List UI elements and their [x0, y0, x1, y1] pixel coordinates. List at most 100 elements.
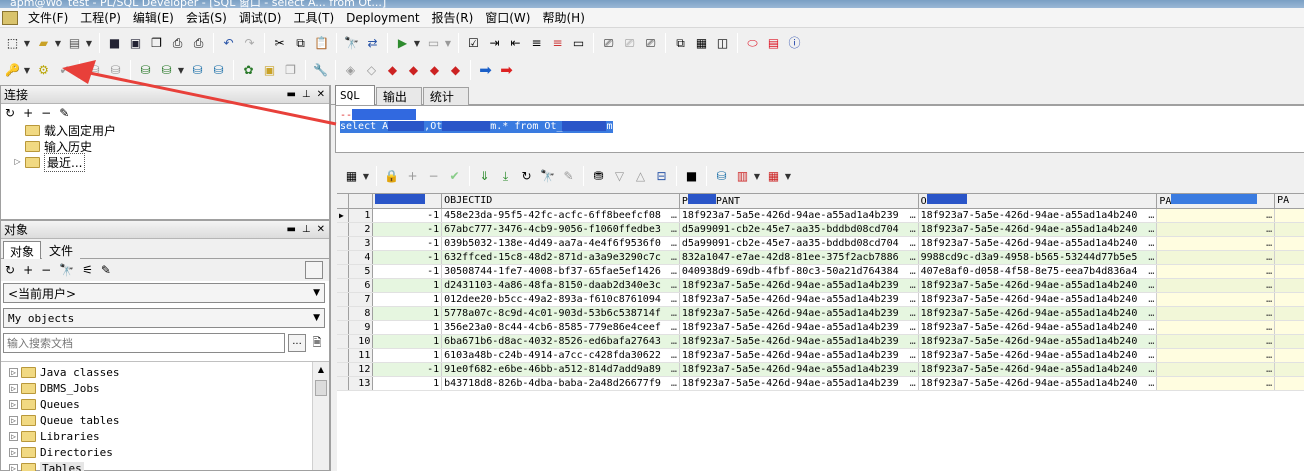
undo-icon[interactable]: ↶	[219, 34, 238, 53]
row-number[interactable]: 13	[348, 376, 374, 391]
cell-pant[interactable]: 18f923a7-5a5e-426d-94ae-a55ad1a4b239…	[679, 292, 919, 307]
cell-pant[interactable]: d5a99091-cb2e-45e7-aa35-bddbd08cd704…	[679, 222, 919, 237]
ellipsis-button[interactable]: …	[910, 294, 916, 305]
minimize-icon[interactable]: ▬	[286, 224, 295, 235]
cell-pa-2[interactable]	[1274, 292, 1304, 307]
row-number[interactable]: 11	[348, 348, 374, 363]
arrow-right-blue-icon[interactable]: ➡	[476, 61, 495, 80]
cell-pa[interactable]: …	[1156, 222, 1276, 237]
table-row[interactable]: 6 1 d2431103-4a86-48fa-8150-daab2d340e3c… 1…	[337, 278, 1304, 293]
cut-icon[interactable]: ✂	[270, 34, 289, 53]
cell-pa[interactable]: …	[1156, 362, 1276, 377]
chevron-down-icon[interactable]: ▼	[444, 39, 452, 48]
comment-icon[interactable]: ▭	[569, 34, 588, 53]
tab-sql[interactable]: SQL	[335, 85, 375, 105]
cell-value[interactable]: 1	[372, 334, 443, 349]
column-header-pa[interactable]: PA	[1156, 194, 1276, 209]
lock-icon[interactable]: 🔒	[382, 167, 401, 186]
cell-objectid[interactable]: 6ba671b6-d8ac-4032-8526-ed6bafa27643…	[441, 334, 680, 349]
ellipsis-button[interactable]: …	[671, 210, 677, 221]
cell-pant[interactable]: 040938d9-69db-4fbf-80c3-50a21d764384…	[679, 264, 919, 279]
pdf-icon[interactable]: ▤	[764, 34, 783, 53]
cell-pant[interactable]: 18f923a7-5a5e-426d-94ae-a55ad1a4b239…	[679, 362, 919, 377]
cell-pa-2[interactable]	[1274, 264, 1304, 279]
table-icon[interactable]: ▦	[764, 167, 783, 186]
cell-pant[interactable]: 18f923a7-5a5e-426d-94ae-a55ad1a4b239…	[679, 278, 919, 293]
explain-icon[interactable]: ▭	[424, 34, 443, 53]
filter-icon[interactable]: ⚟	[82, 263, 93, 277]
scroll-thumb[interactable]	[315, 380, 327, 396]
chevron-down-icon[interactable]: ▼	[753, 172, 761, 181]
table-row[interactable]: 9 1 356e23a0-8c44-4cb6-8585-779e86e4ceef… 1…	[337, 320, 1304, 335]
ellipsis-button[interactable]: …	[1266, 378, 1272, 389]
column-header[interactable]	[372, 194, 443, 209]
redo-icon[interactable]: ↷	[240, 34, 259, 53]
ellipsis-button[interactable]: …	[910, 308, 916, 319]
insert-record-icon[interactable]: +	[403, 167, 422, 186]
cell-objectid[interactable]: b43718d8-826b-4dba-baba-2a48d26677f9…	[441, 376, 680, 391]
print-icon[interactable]: ▤	[65, 34, 84, 53]
cell-pant[interactable]: 18f923a7-5a5e-426d-94ae-a55ad1a4b239…	[679, 334, 919, 349]
red-bomb-2-icon[interactable]: ◆	[404, 61, 423, 80]
cell-o[interactable]: 18f923a7-5a5e-426d-94ae-a55ad1a4b240…	[918, 362, 1158, 377]
sort-asc-icon[interactable]: △	[631, 167, 650, 186]
cell-value[interactable]: -1	[372, 264, 443, 279]
cell-pa-2[interactable]	[1274, 208, 1304, 223]
arrow-right-red-icon[interactable]: ➡	[497, 61, 516, 80]
cell-pa-2[interactable]	[1274, 334, 1304, 349]
search-doc-icon[interactable]: 🗎	[309, 334, 325, 352]
tree-item-queues[interactable]: ▷ Queues	[9, 396, 329, 412]
chevron-down-icon[interactable]: ▼	[362, 172, 370, 181]
row-number[interactable]: 6	[348, 278, 374, 293]
chevron-down-icon[interactable]: ▼	[177, 66, 185, 75]
cell-pa-2[interactable]	[1274, 306, 1304, 321]
table-row[interactable]: 5 -1 30508744-1fe7-4008-bf37-65fae5ef1426……	[337, 264, 1304, 279]
cell-o[interactable]: 18f923a7-5a5e-426d-94ae-a55ad1a4b240…	[918, 278, 1158, 293]
chevron-down-icon[interactable]: ▼	[23, 66, 31, 75]
cell-value[interactable]: 1	[372, 306, 443, 321]
ellipsis-button[interactable]: …	[671, 224, 677, 235]
tree-scrollbar[interactable]: ▲	[312, 362, 329, 470]
table-row[interactable]: 8 1 5778a07c-8c9d-4c01-903d-53b6c538714f… 1…	[337, 306, 1304, 321]
ellipsis-button[interactable]: …	[1266, 266, 1272, 277]
cell-pa-2[interactable]	[1274, 278, 1304, 293]
cell-pa-2[interactable]	[1274, 348, 1304, 363]
ellipsis-button[interactable]: …	[1266, 210, 1272, 221]
cell-value[interactable]: -1	[372, 236, 443, 251]
ellipsis-button[interactable]: …	[910, 280, 916, 291]
tree-item-recent[interactable]: ▷ 最近...	[13, 152, 329, 172]
save-icon[interactable]: ■	[682, 167, 701, 186]
cell-pa[interactable]: …	[1156, 306, 1276, 321]
row-number[interactable]: 2	[348, 222, 374, 237]
window-list-icon[interactable]: ⧉	[671, 34, 690, 53]
export-icon[interactable]: ⛁	[712, 167, 731, 186]
cell-value[interactable]: -1	[372, 362, 443, 377]
row-number[interactable]: 1	[348, 208, 374, 223]
copy-icon[interactable]: ⧉	[291, 34, 310, 53]
tree-item-tables[interactable]: ▷ Tables	[9, 460, 329, 471]
ellipsis-button[interactable]: …	[1148, 224, 1154, 235]
ellipsis-button[interactable]: …	[910, 210, 916, 221]
open-icon[interactable]: ▰	[34, 34, 53, 53]
ellipsis-button[interactable]: …	[1266, 364, 1272, 375]
row-indicator[interactable]	[337, 236, 350, 251]
grid-select-icon[interactable]: ▦	[342, 167, 361, 186]
indent-icon[interactable]: ⇥	[485, 34, 504, 53]
expand-icon[interactable]: ▷	[9, 431, 18, 441]
expand-icon[interactable]: ▷	[9, 399, 18, 409]
expand-icon[interactable]: ▷	[9, 447, 18, 457]
ellipsis-button[interactable]: …	[1266, 238, 1272, 249]
remove-icon[interactable]: −	[41, 106, 51, 120]
tree-item-libraries[interactable]: ▷ Libraries	[9, 428, 329, 444]
table-row[interactable]: 11 1 6103a48b-c24b-4914-a7cc-c428fda30622……	[337, 348, 1304, 363]
menu-file[interactable]: 文件(F)	[22, 9, 74, 27]
cell-value[interactable]: 1	[372, 292, 443, 307]
cell-pant[interactable]: 18f923a7-5a5e-426d-94ae-a55ad1a4b239…	[679, 306, 919, 321]
cell-pa-2[interactable]	[1274, 376, 1304, 391]
find-icon[interactable]: 🔭	[538, 167, 557, 186]
info-icon[interactable]: ⓘ	[785, 34, 804, 53]
ellipsis-button[interactable]: …	[1148, 350, 1154, 361]
expand-icon[interactable]: ▷	[9, 367, 18, 377]
replace-icon[interactable]: ⇄	[363, 34, 382, 53]
tree-item-java-classes[interactable]: ▷ Java classes	[9, 364, 329, 380]
